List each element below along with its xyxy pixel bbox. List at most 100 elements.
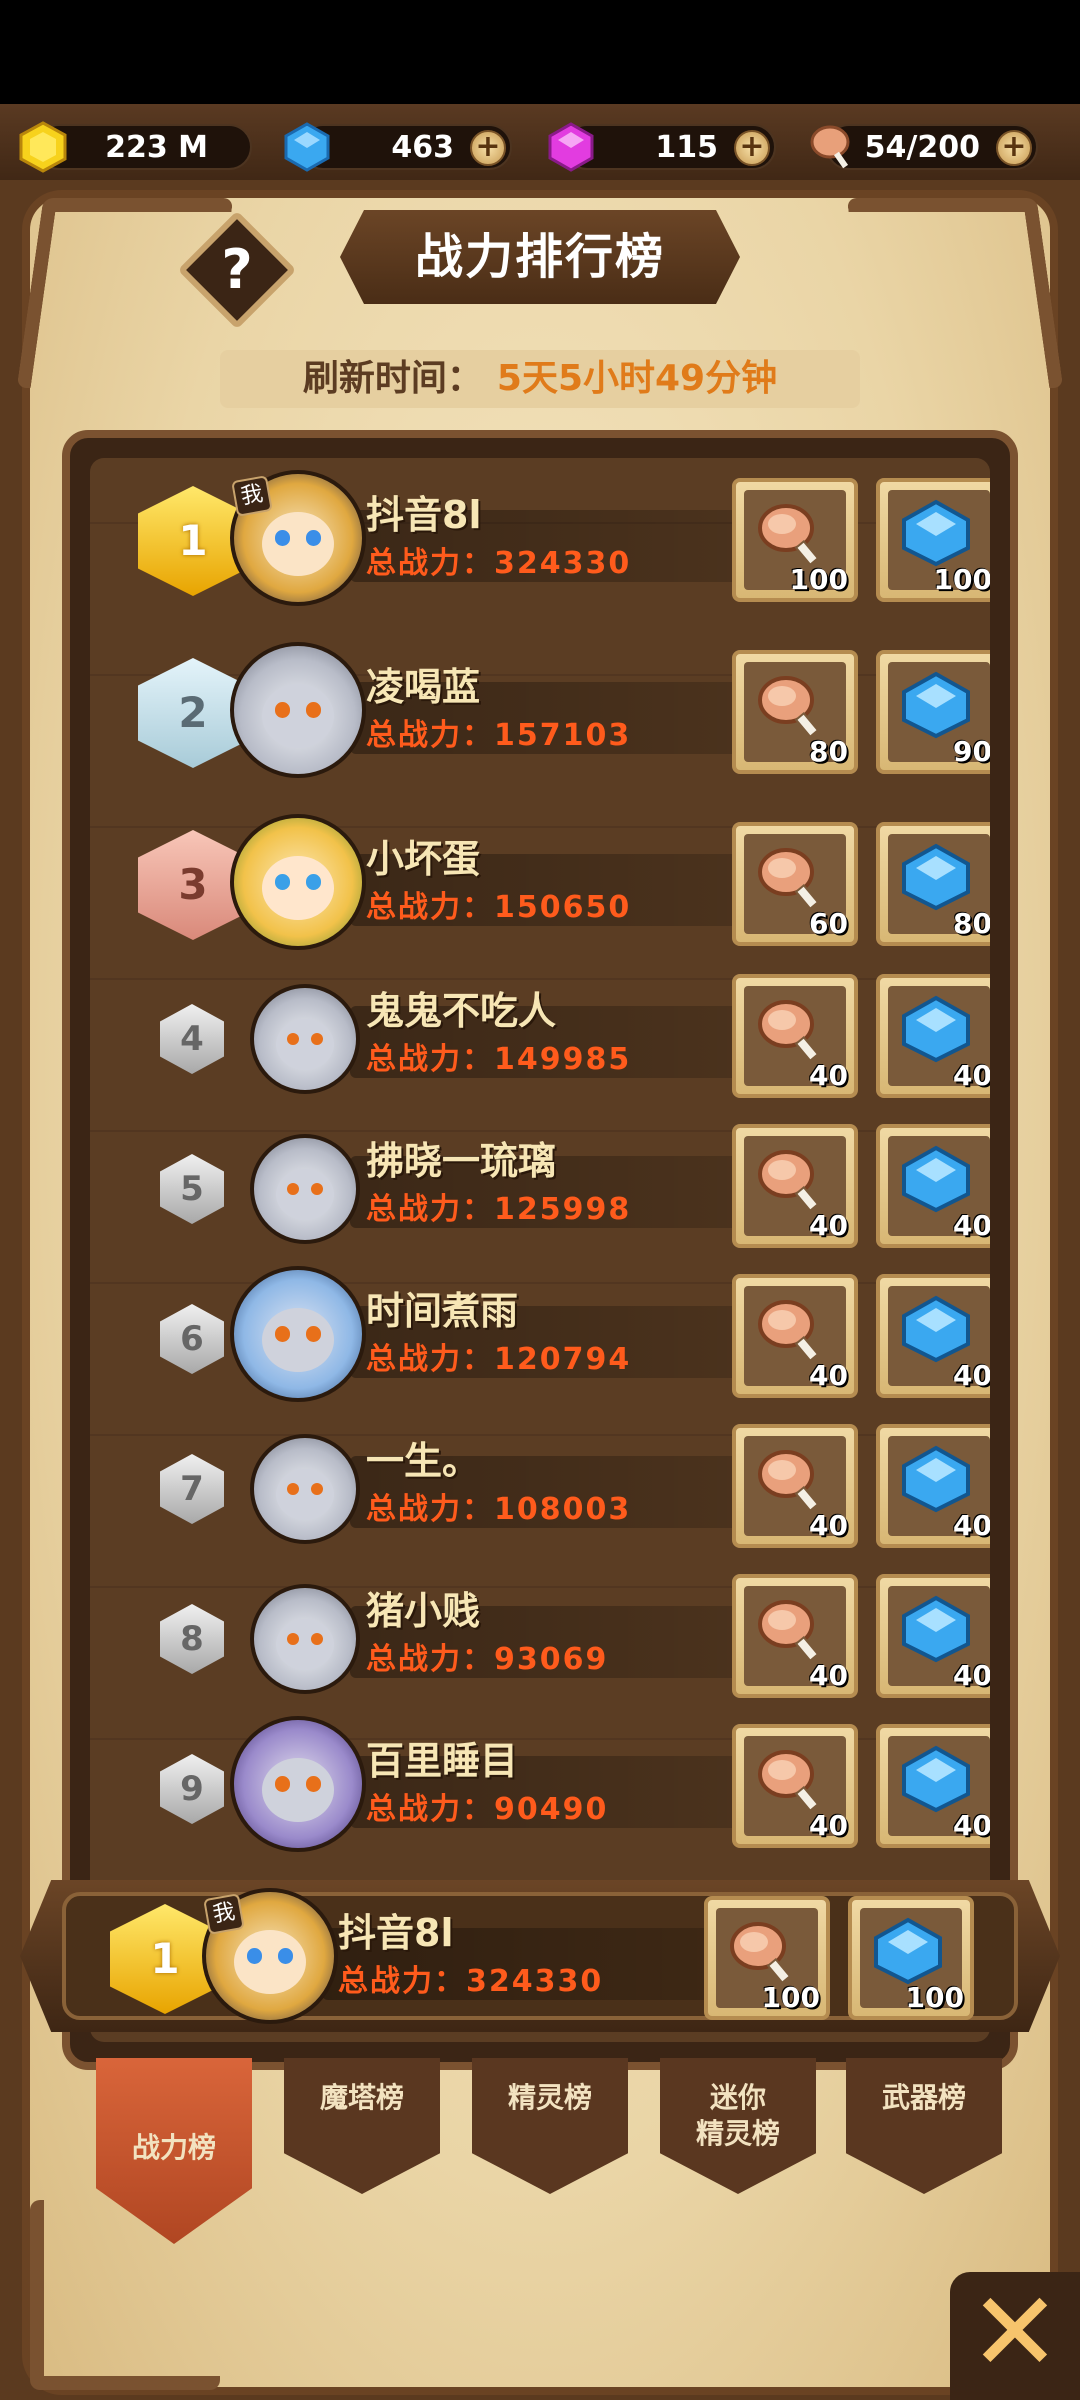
table-row[interactable]: 7 一生。 总战力：108003 40 40	[90, 1412, 990, 1562]
diamond-icon	[902, 1595, 970, 1663]
diamond-reward[interactable]: 40	[876, 1124, 990, 1248]
crystal-add-button[interactable]: +	[734, 130, 770, 166]
stamina-counter: 54/200 +	[810, 124, 1038, 170]
meat-count: 40	[809, 1359, 848, 1392]
meat-icon	[758, 1300, 820, 1363]
player-name: 猪小贱	[366, 1589, 481, 1633]
diamond-count: 90	[953, 735, 990, 768]
table-row[interactable]: 9 百里睡目 总战力：90490 40 40	[90, 1712, 990, 1862]
meat-reward[interactable]: 100	[732, 478, 858, 602]
meat-reward[interactable]: 40	[732, 1274, 858, 1398]
player-name: 一生。	[366, 1439, 481, 1483]
player-name: 拂晓一琉璃	[366, 1139, 557, 1183]
diamond-reward[interactable]: 80	[876, 822, 990, 946]
diamond-reward[interactable]: 40	[876, 1274, 990, 1398]
meat-reward[interactable]: 100	[704, 1896, 830, 2020]
close-button[interactable]: ✕	[950, 2272, 1080, 2400]
rank-badge: 4	[160, 1004, 224, 1074]
meat-count: 40	[809, 1809, 848, 1842]
avatar[interactable]	[250, 1434, 360, 1544]
diamond-count: 100	[933, 563, 990, 596]
avatar[interactable]	[250, 1134, 360, 1244]
ranking-list[interactable]: 1 我 抖音8l 总战力：324330 100 100 2 凌喝蓝 总战力：15…	[90, 458, 990, 2042]
gold-icon	[19, 121, 67, 173]
diamond-reward[interactable]: 100	[848, 1896, 974, 2020]
currency-bar: 223 M 463 + 115 + 54/200 +	[0, 104, 1080, 190]
meat-reward[interactable]: 40	[732, 1124, 858, 1248]
me-badge: 我	[203, 1893, 245, 1935]
meat-count: 100	[761, 1981, 820, 2014]
diamond-add-button[interactable]: +	[470, 130, 506, 166]
table-row[interactable]: 1 我 抖音8l 总战力：324330 100 100	[90, 466, 990, 616]
frame-corner-ornament	[846, 198, 1064, 388]
diamond-reward[interactable]: 40	[876, 1424, 990, 1548]
player-power: 总战力：108003	[366, 1492, 632, 1527]
meat-icon	[758, 504, 820, 567]
rank-badge: 5	[160, 1154, 224, 1224]
my-rank-row: 1 我 抖音8l 总战力：324330 100 100	[62, 1888, 1018, 2024]
rank-badge: 8	[160, 1604, 224, 1674]
crystal-value: 115	[655, 130, 718, 165]
table-row[interactable]: 8 猪小贱 总战力：93069 40 40	[90, 1562, 990, 1712]
avatar[interactable]	[250, 984, 360, 1094]
page-title: 战力排行榜	[340, 210, 740, 304]
avatar[interactable]	[230, 1716, 366, 1852]
player-name: 小坏蛋	[366, 837, 481, 881]
avatar[interactable]	[250, 1584, 360, 1694]
crystal-counter: 115 +	[548, 122, 776, 172]
player-power: 总战力：93069	[366, 1642, 609, 1677]
tab-label: 迷你 精灵榜	[695, 2081, 780, 2150]
diamond-icon	[874, 1917, 942, 1985]
tab-label: 武器榜	[881, 2081, 966, 2114]
question-icon: ?	[221, 238, 253, 301]
table-row[interactable]: 3 小坏蛋 总战力：150650 60 80	[90, 810, 990, 960]
diamond-icon	[902, 499, 970, 567]
gold-value: 223 M	[105, 130, 208, 165]
refresh-time: 5天5小时49分钟	[496, 358, 778, 399]
meat-icon	[758, 1600, 820, 1663]
meat-icon	[758, 676, 820, 739]
diamond-reward[interactable]: 90	[876, 650, 990, 774]
meat-count: 60	[809, 907, 848, 940]
avatar[interactable]	[230, 642, 366, 778]
player-power: 总战力：150650	[366, 890, 632, 925]
player-power: 总战力：90490	[366, 1792, 609, 1827]
rank-badge: 9	[160, 1754, 224, 1824]
diamond-icon	[902, 843, 970, 911]
diamond-reward[interactable]: 100	[876, 478, 990, 602]
diamond-reward[interactable]: 40	[876, 1574, 990, 1698]
table-row[interactable]: 2 凌喝蓝 总战力：157103 80 90	[90, 638, 990, 788]
diamond-value: 463	[391, 130, 454, 165]
table-row[interactable]: 6 时间煮雨 总战力：120794 40 40	[90, 1262, 990, 1412]
diamond-counter: 463 +	[284, 122, 512, 172]
meat-reward[interactable]: 80	[732, 650, 858, 774]
close-icon: ✕	[968, 2268, 1062, 2396]
diamond-reward[interactable]: 40	[876, 974, 990, 1098]
player-name: 凌喝蓝	[366, 665, 481, 709]
avatar[interactable]	[230, 1266, 366, 1402]
diamond-count: 40	[953, 1059, 990, 1092]
tab-label: 精灵榜	[507, 2081, 592, 2114]
meat-icon	[758, 1450, 820, 1513]
meat-reward[interactable]: 60	[732, 822, 858, 946]
refresh-timer: 刷新时间： 5天5小时49分钟	[220, 350, 860, 408]
table-row[interactable]: 5 拂晓一琉璃 总战力：125998 40 40	[90, 1112, 990, 1262]
table-row[interactable]: 4 鬼鬼不吃人 总战力：149985 40 40	[90, 962, 990, 1112]
ranking-list-panel: 1 我 抖音8l 总战力：324330 100 100 2 凌喝蓝 总战力：15…	[62, 430, 1018, 2070]
my-rank-content: 1 我 抖音8l 总战力：324330 100 100	[62, 1884, 978, 2034]
meat-reward[interactable]: 40	[732, 1424, 858, 1548]
meat-count: 80	[809, 735, 848, 768]
avatar[interactable]	[230, 814, 366, 950]
meat-reward[interactable]: 40	[732, 974, 858, 1098]
meat-reward[interactable]: 40	[732, 1574, 858, 1698]
stamina-add-button[interactable]: +	[996, 130, 1032, 166]
player-power: 总战力：157103	[366, 718, 632, 753]
stamina-value: 54/200	[864, 130, 980, 165]
diamond-reward[interactable]: 40	[876, 1724, 990, 1848]
diamond-count: 40	[953, 1809, 990, 1842]
diamond-count: 80	[953, 907, 990, 940]
meat-reward[interactable]: 40	[732, 1724, 858, 1848]
player-name: 抖音8l	[366, 493, 482, 537]
meat-icon	[758, 848, 820, 911]
diamond-icon	[902, 1145, 970, 1213]
